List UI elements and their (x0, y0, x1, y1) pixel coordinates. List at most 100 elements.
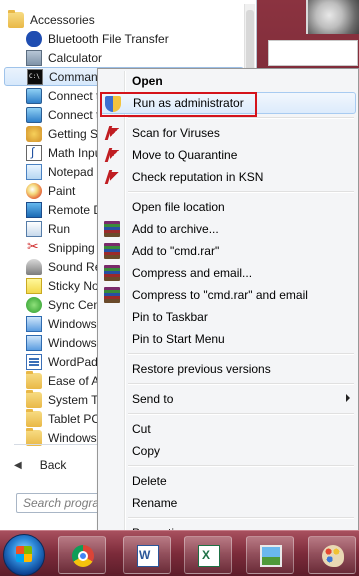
program-item-label: Calculator (48, 50, 103, 65)
user-picture[interactable] (306, 0, 359, 34)
taskbar-button-photo-viewer[interactable] (246, 536, 294, 574)
menu-item-add-to-cmd-rar[interactable]: Add to "cmd.rar" (100, 240, 356, 262)
context-menu-separator (128, 465, 354, 467)
menu-item-compress-and-email[interactable]: Compress and email... (100, 262, 356, 284)
windows-orb-icon[interactable] (3, 534, 45, 576)
remote-desktop-icon (26, 201, 42, 218)
context-menu-separator (128, 413, 354, 415)
context-menu-separator (128, 383, 354, 385)
menu-item-copy[interactable]: Copy (100, 440, 356, 462)
paint-icon (26, 182, 42, 199)
menu-item-rename[interactable]: Rename (100, 492, 356, 514)
menu-item-label: Pin to Taskbar (132, 310, 208, 324)
back-arrow-icon: ◀ (14, 459, 22, 471)
calculator-icon (26, 49, 42, 66)
winrar-icon (104, 265, 120, 281)
menu-item-label: Add to archive... (132, 222, 219, 236)
menu-item-label: Check reputation in KSN (132, 170, 264, 184)
bluetooth-icon (26, 30, 42, 47)
menu-item-compress-to-cmd-rar-and-email[interactable]: Compress to "cmd.rar" and email (100, 284, 356, 306)
mobility-center-icon (26, 334, 42, 351)
menu-item-send-to[interactable]: Send to (100, 388, 356, 410)
highlight-annotation-box (100, 92, 257, 117)
menu-item-label: Open (132, 74, 163, 88)
program-item-label: Paint (48, 183, 76, 198)
menu-item-label: Copy (132, 444, 161, 458)
menu-item-add-to-archive[interactable]: Add to archive... (100, 218, 356, 240)
user-name-box[interactable] (268, 40, 358, 66)
snipping-tool-icon (26, 238, 42, 256)
kaspersky-icon (104, 125, 120, 141)
context-menu-separator (128, 191, 354, 193)
context-menu: Open Run as administrator Scan for Viruses… (97, 68, 359, 540)
projector-icon (26, 106, 42, 123)
kaspersky-icon (104, 147, 120, 163)
winrar-icon (104, 243, 120, 259)
back-button[interactable]: ◀ Back (14, 455, 66, 475)
program-item-label: Notepad (48, 164, 94, 179)
taskbar (0, 530, 359, 576)
chrome-icon (72, 545, 94, 567)
menu-item-pin-to-start-menu[interactable]: Pin to Start Menu (100, 328, 356, 350)
windows-explorer-icon (26, 315, 42, 332)
menu-item-open[interactable]: Open (100, 70, 356, 92)
run-icon (26, 220, 42, 237)
menu-item-label: Compress and email... (132, 266, 253, 280)
program-item-label: Run (48, 221, 71, 236)
word-icon (137, 545, 159, 567)
menu-item-label: Add to "cmd.rar" (132, 244, 220, 258)
sound-recorder-icon (26, 258, 42, 275)
photo-viewer-icon (260, 545, 282, 567)
program-item-label: WordPad (48, 354, 98, 369)
back-label: Back (39, 458, 67, 472)
winrar-icon (104, 287, 120, 303)
notepad-icon (26, 163, 42, 180)
winrar-icon (104, 221, 120, 237)
context-menu-separator (128, 353, 354, 355)
menu-item-move-to-quarantine[interactable]: Move to Quarantine (100, 144, 356, 166)
command-prompt-icon (27, 68, 43, 85)
menu-item-label: Delete (132, 474, 167, 488)
kaspersky-icon (104, 169, 120, 185)
context-menu-separator (128, 117, 354, 119)
menu-item-label: Restore previous versions (132, 362, 271, 376)
menu-item-label: Send to (132, 392, 174, 406)
program-item-label: Accessories (30, 12, 95, 27)
program-item-accessories[interactable]: Accessories (4, 10, 244, 29)
getting-started-icon (26, 125, 42, 142)
folder-icon (26, 371, 42, 389)
submenu-arrow-icon (346, 394, 350, 402)
menu-item-cut[interactable]: Cut (100, 418, 356, 440)
menu-item-open-file-location[interactable]: Open file location (100, 196, 356, 218)
menu-item-label: Open file location (132, 200, 225, 214)
taskbar-button-paint-palette[interactable] (308, 536, 356, 574)
menu-item-label: Move to Quarantine (132, 148, 238, 162)
menu-item-delete[interactable]: Delete (100, 470, 356, 492)
menu-item-label: Compress to "cmd.rar" and email (132, 288, 308, 302)
sync-center-icon (26, 296, 42, 313)
menu-item-check-reputation-in-ksn[interactable]: Check reputation in KSN (100, 166, 356, 188)
folder-icon (26, 390, 42, 408)
folder-icon (26, 409, 42, 427)
menu-item-restore-previous-versions[interactable]: Restore previous versions (100, 358, 356, 380)
taskbar-button-chrome[interactable] (58, 536, 106, 574)
menu-item-label: Rename (132, 496, 178, 510)
excel-icon (198, 545, 220, 567)
folder-icon (8, 10, 24, 28)
menu-item-label: Pin to Start Menu (132, 332, 225, 346)
program-item-label: Tablet PC (48, 411, 101, 426)
menu-item-pin-to-taskbar[interactable]: Pin to Taskbar (100, 306, 356, 328)
wordpad-icon (26, 353, 42, 370)
program-item-bluetooth-file-transfer[interactable]: Bluetooth File Transfer (4, 29, 244, 48)
taskbar-button-excel[interactable] (184, 536, 232, 574)
program-item-calculator[interactable]: Calculator (4, 48, 244, 67)
context-menu-separator (128, 517, 354, 519)
taskbar-button-word[interactable] (123, 536, 171, 574)
math-input-icon (26, 144, 42, 161)
program-item-label: Bluetooth File Transfer (48, 31, 169, 46)
menu-item-label: Cut (132, 422, 151, 436)
menu-item-scan-for-viruses[interactable]: Scan for Viruses (100, 122, 356, 144)
menu-item-label: Scan for Viruses (132, 126, 220, 140)
sticky-notes-icon (26, 277, 42, 294)
paint-palette-icon (322, 545, 344, 567)
